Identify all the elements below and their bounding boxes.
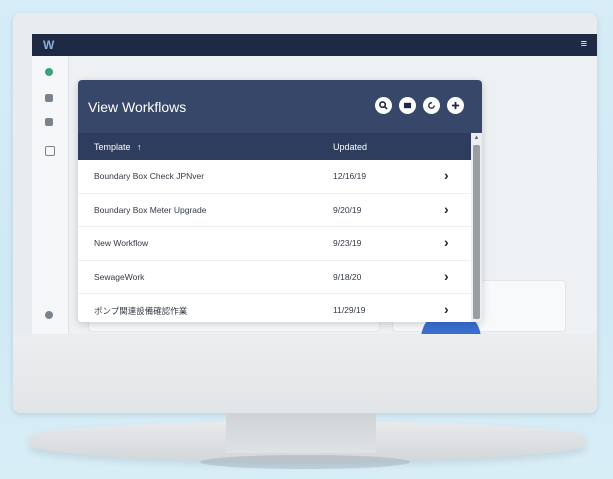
refresh-button[interactable] [423,97,440,114]
base-shadow [200,455,410,469]
sidebar-item-folder-icon[interactable] [45,94,53,102]
table-row[interactable]: Boundary Box Meter Upgrade 9/20/19 › [78,194,471,227]
sidebar-item-user-icon[interactable] [45,311,53,319]
workflow-updated: 9/23/19 [333,238,362,248]
column-header-updated[interactable]: Updated [333,142,367,152]
workflow-list: Boundary Box Check JPNver 12/16/19 › Bou… [78,160,471,322]
menu-icon[interactable]: ≡ [581,38,587,50]
workflow-updated: 9/20/19 [333,204,362,215]
chevron-right-icon[interactable]: › [444,301,449,317]
template-label: Template [94,142,131,152]
workflow-name: New Workflow [94,238,149,248]
search-button[interactable] [375,97,392,114]
workflow-updated: 12/16/19 [333,171,367,181]
add-button[interactable] [447,97,464,114]
column-header-template[interactable]: Template ↑ [94,142,142,152]
scroll-thumb[interactable] [473,145,480,319]
sort-ascending-icon: ↑ [137,142,142,152]
table-row[interactable]: Boundary Box Check JPNver 12/16/19 › [78,160,471,194]
folder-icon [403,102,412,109]
sidebar-item-home-icon[interactable] [45,68,53,76]
workflow-name: Boundary Box Check JPNver [94,171,205,181]
workflow-name: SewageWork [94,271,145,282]
view-workflows-dialog: View Workflows Template ↑ Updated Bounda… [78,80,482,322]
app-screen: W ≡ View Workflows Template ↑ Updated Bo… [32,34,597,334]
chevron-right-icon[interactable]: › [444,167,449,183]
dialog-title: View Workflows [88,99,187,115]
table-row[interactable]: SewageWork 9/18/20 › [78,261,471,294]
chevron-right-icon[interactable]: › [444,234,449,250]
scroll-up-icon[interactable]: ▲ [473,135,480,142]
add-icon [451,101,460,110]
dialog-header: View Workflows [78,80,482,133]
chevron-right-icon[interactable]: › [444,268,449,284]
sidebar-item-settings-icon[interactable] [45,118,53,126]
table-row[interactable]: New Workflow 9/23/19 › [78,227,471,261]
refresh-icon [428,101,435,109]
monitor-neck [226,413,376,453]
workflow-name: ポンプ関連設備確認作業 [94,306,188,316]
monitor-chin [13,335,597,413]
workflow-name: Boundary Box Meter Upgrade [94,204,207,215]
table-header: Template ↑ Updated [78,133,482,160]
sidebar-item-document-icon[interactable] [45,146,55,156]
sidebar [32,56,69,334]
table-row[interactable]: ポンプ関連設備確認作業 11/29/19 › [78,294,471,322]
workflow-updated: 9/18/20 [333,271,362,282]
search-icon [379,101,388,110]
folder-button[interactable] [399,97,416,114]
scrollbar[interactable]: ▲ [471,133,482,322]
app-logo: W [43,38,55,52]
workflow-updated: 11/29/19 [333,305,366,315]
app-topbar: W ≡ [32,34,597,56]
chevron-right-icon[interactable]: › [444,201,449,217]
